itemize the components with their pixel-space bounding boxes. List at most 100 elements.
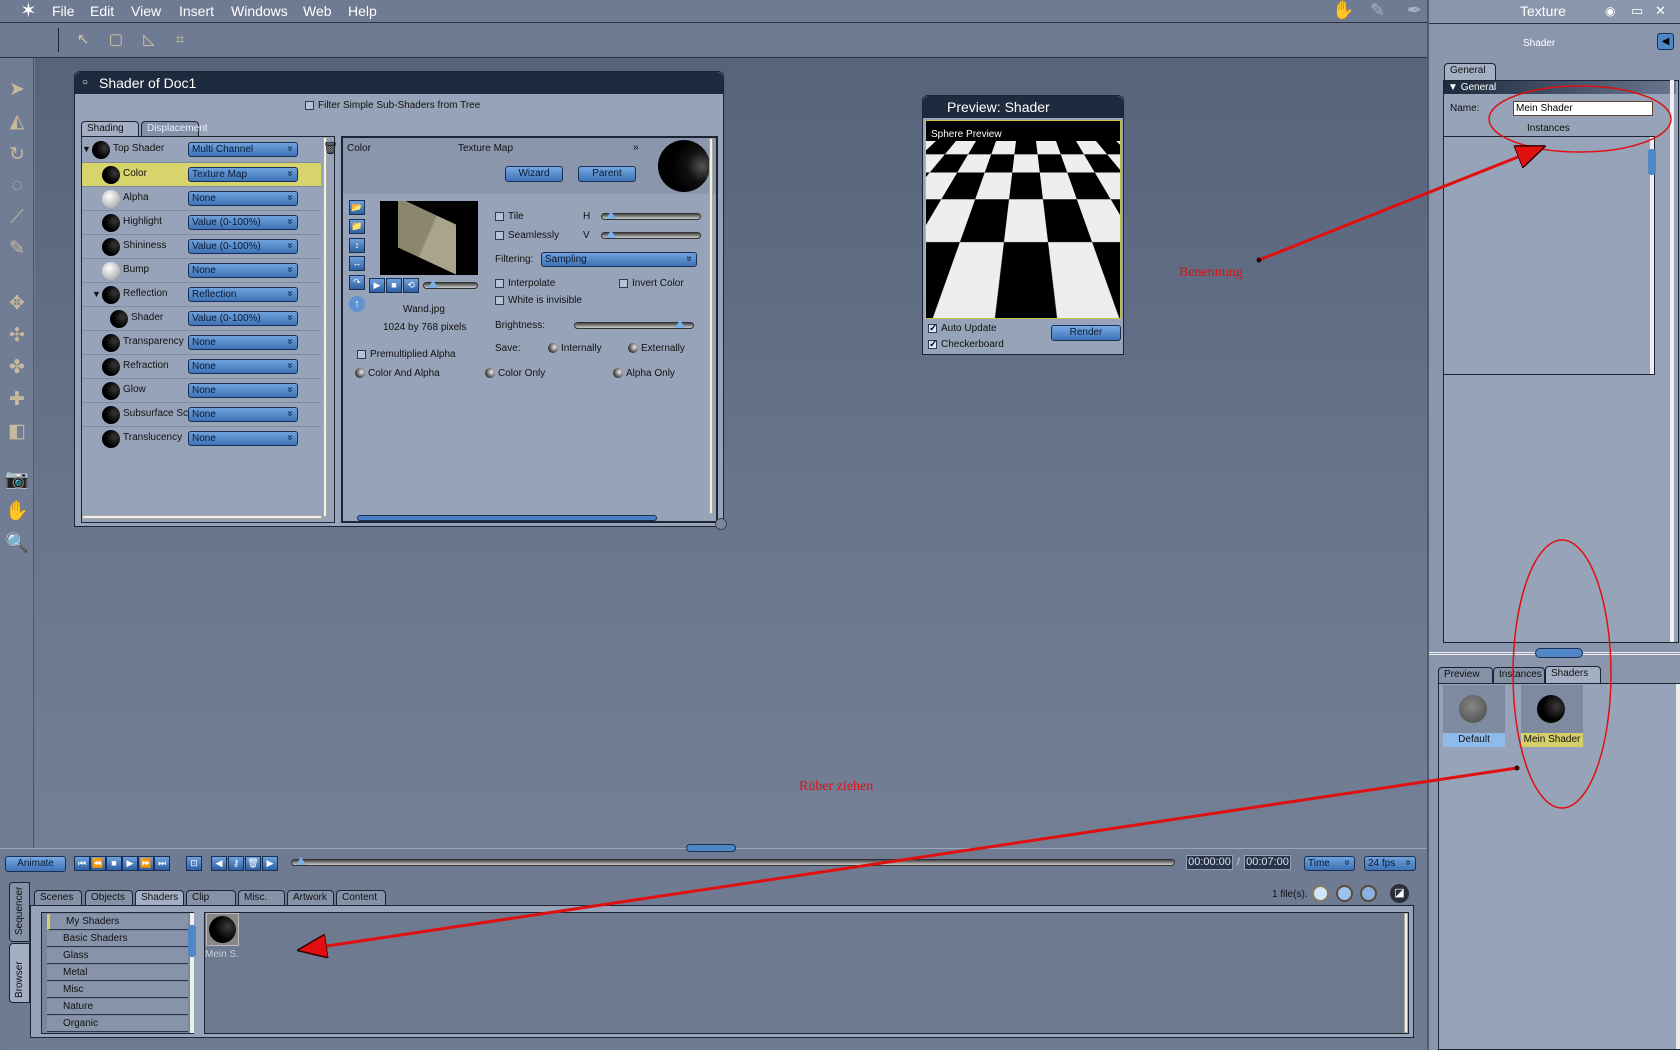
- prev-key-icon[interactable]: ◀: [211, 856, 227, 871]
- shader-thumb-default[interactable]: Default: [1443, 685, 1505, 747]
- tree-row-top-shader[interactable]: ▼ Top Shader Multi Channel: [82, 138, 321, 162]
- rotate-icon[interactable]: ↷: [349, 275, 365, 290]
- app-logo-icon[interactable]: ✶: [20, 1, 37, 21]
- category-nature[interactable]: Nature: [47, 999, 188, 1015]
- shaders-scrollbar[interactable]: [1676, 684, 1680, 1049]
- wizard-button[interactable]: Wizard: [505, 166, 563, 182]
- tree-row-shader[interactable]: Shader Value (0-100%): [82, 306, 321, 330]
- polygon-select-icon[interactable]: ⌗: [172, 32, 188, 48]
- category-basic-shaders[interactable]: Basic Shaders: [47, 931, 188, 947]
- spin-icon[interactable]: ◌: [5, 174, 29, 198]
- tree-scrollbar-vertical[interactable]: [323, 137, 327, 517]
- stop-icon[interactable]: ■: [386, 278, 402, 293]
- tab-clip[interactable]: Clip: [186, 890, 236, 905]
- color-and-alpha-radio[interactable]: Color And Alpha: [355, 368, 440, 379]
- virtual-trackball-icon[interactable]: ✚: [5, 388, 29, 412]
- tab-displacement[interactable]: Displacement: [141, 121, 208, 136]
- rewind-icon[interactable]: ⏪: [90, 856, 106, 871]
- tree-row-glow[interactable]: Glow None: [82, 378, 321, 402]
- color-only-radio[interactable]: Color Only: [485, 368, 545, 379]
- general-section-header[interactable]: ▼ General: [1444, 81, 1676, 94]
- expand-triangle-icon[interactable]: ▼: [92, 289, 101, 299]
- save-file-icon[interactable]: 📁: [349, 219, 365, 234]
- tree-row-bump[interactable]: Bump None: [82, 258, 321, 282]
- menu-insert[interactable]: Insert: [179, 3, 214, 19]
- tree-row-reflection[interactable]: ▼ Reflection Reflection: [82, 282, 321, 306]
- tab-shaders[interactable]: Shaders: [1545, 666, 1601, 683]
- maximize-icon[interactable]: ▭: [1631, 3, 1643, 19]
- panel-splitter-handle[interactable]: [686, 844, 736, 852]
- list-view-icon[interactable]: [1360, 885, 1377, 902]
- instances-scroll-thumb[interactable]: [1648, 149, 1656, 175]
- time-mode-dropdown[interactable]: Time: [1304, 856, 1355, 871]
- content-scrollbar[interactable]: [1404, 913, 1408, 1033]
- tree-row-subsurface-sc[interactable]: Subsurface Sc None: [82, 402, 321, 426]
- current-time-field[interactable]: 00:00:00: [1186, 855, 1233, 870]
- next-key-icon[interactable]: ▶: [262, 856, 278, 871]
- tree-row-shininess[interactable]: Shininess Value (0-100%): [82, 234, 321, 258]
- side-tab-browser[interactable]: Browser: [9, 943, 30, 1003]
- resize-handle-icon[interactable]: [715, 518, 727, 530]
- tree-row-alpha[interactable]: Alpha None: [82, 186, 321, 210]
- tile-h-slider[interactable]: [601, 211, 701, 220]
- channel-dropdown[interactable]: None: [188, 431, 298, 446]
- rect-select-icon[interactable]: ▢: [108, 32, 124, 48]
- large-icons-view-icon[interactable]: [1312, 885, 1329, 902]
- hand-icon[interactable]: ✋: [5, 500, 29, 524]
- move-icon[interactable]: ✥: [5, 292, 29, 316]
- save-internally-radio[interactable]: Internally: [548, 343, 602, 354]
- parent-button[interactable]: Parent: [578, 166, 636, 182]
- open-file-icon[interactable]: 📂: [349, 200, 365, 215]
- arrow-tool-icon[interactable]: ➤: [5, 78, 29, 102]
- go-end-icon[interactable]: ⏭: [154, 856, 170, 871]
- go-start-icon[interactable]: ⏮: [74, 856, 90, 871]
- render-button[interactable]: Render: [1051, 325, 1121, 341]
- tab-shaders[interactable]: Shaders: [135, 890, 184, 905]
- premultiplied-alpha-checkbox[interactable]: Premultiplied Alpha: [357, 349, 456, 360]
- flip-horizontal-icon[interactable]: ↔: [349, 256, 365, 271]
- interpolate-checkbox[interactable]: Interpolate: [495, 278, 555, 289]
- magnifier-icon[interactable]: 🔍: [5, 532, 29, 556]
- detail-scrollbar-vertical[interactable]: [709, 138, 713, 514]
- channel-dropdown[interactable]: None: [188, 359, 298, 374]
- channel-dropdown[interactable]: None: [188, 263, 298, 278]
- move-xyz-icon[interactable]: ✣: [5, 324, 29, 348]
- channel-dropdown[interactable]: Multi Channel: [188, 142, 298, 157]
- frame-slider[interactable]: [423, 280, 478, 289]
- shader-item-mein[interactable]: [206, 913, 239, 946]
- pen-icon[interactable]: ✒: [1407, 0, 1422, 21]
- stop-icon[interactable]: ■: [106, 856, 122, 871]
- channel-dropdown[interactable]: None: [188, 335, 298, 350]
- name-input[interactable]: [1513, 101, 1653, 116]
- play-icon[interactable]: ▶: [122, 856, 138, 871]
- category-glass[interactable]: Glass: [47, 948, 188, 964]
- knife-icon[interactable]: ✎: [5, 237, 29, 261]
- window-close-dot-icon[interactable]: ○: [82, 72, 88, 94]
- filtering-dropdown[interactable]: Sampling: [541, 252, 697, 267]
- timeline-scrubber[interactable]: [291, 857, 1175, 866]
- direct-select-icon[interactable]: ◭: [5, 110, 29, 134]
- collapse-panel-icon[interactable]: ◀: [1657, 33, 1674, 50]
- shader-thumb-mein-shader[interactable]: Mein Shader: [1521, 685, 1583, 747]
- menu-web[interactable]: Web: [303, 3, 332, 19]
- tree-row-translucency[interactable]: Translucency None: [82, 426, 321, 450]
- delete-key-icon[interactable]: 🗑: [245, 856, 261, 871]
- detail-scrollbar-horizontal[interactable]: [357, 515, 657, 521]
- channel-dropdown[interactable]: Value (0-100%): [188, 215, 298, 230]
- menu-view[interactable]: View: [131, 3, 161, 19]
- tab-preview[interactable]: Preview: [1438, 667, 1493, 683]
- tab-general[interactable]: General: [1444, 63, 1496, 80]
- info-up-icon[interactable]: ↑: [349, 296, 365, 312]
- tree-scrollbar-horizontal[interactable]: [82, 515, 322, 519]
- checkerboard-checkbox[interactable]: Checkerboard: [928, 339, 1004, 350]
- brightness-slider[interactable]: [574, 320, 694, 329]
- fps-dropdown[interactable]: 24 fps: [1364, 856, 1416, 871]
- channel-dropdown[interactable]: None: [188, 191, 298, 206]
- channel-dropdown[interactable]: None: [188, 383, 298, 398]
- page-menu-icon[interactable]: ◪: [1390, 884, 1409, 903]
- small-icons-view-icon[interactable]: [1336, 885, 1353, 902]
- channel-type[interactable]: Texture Map: [458, 143, 513, 154]
- preview-titlebar[interactable]: Preview: Shader: [923, 96, 1123, 118]
- play-icon[interactable]: ▶: [369, 278, 385, 293]
- tab-content[interactable]: Content: [336, 890, 386, 905]
